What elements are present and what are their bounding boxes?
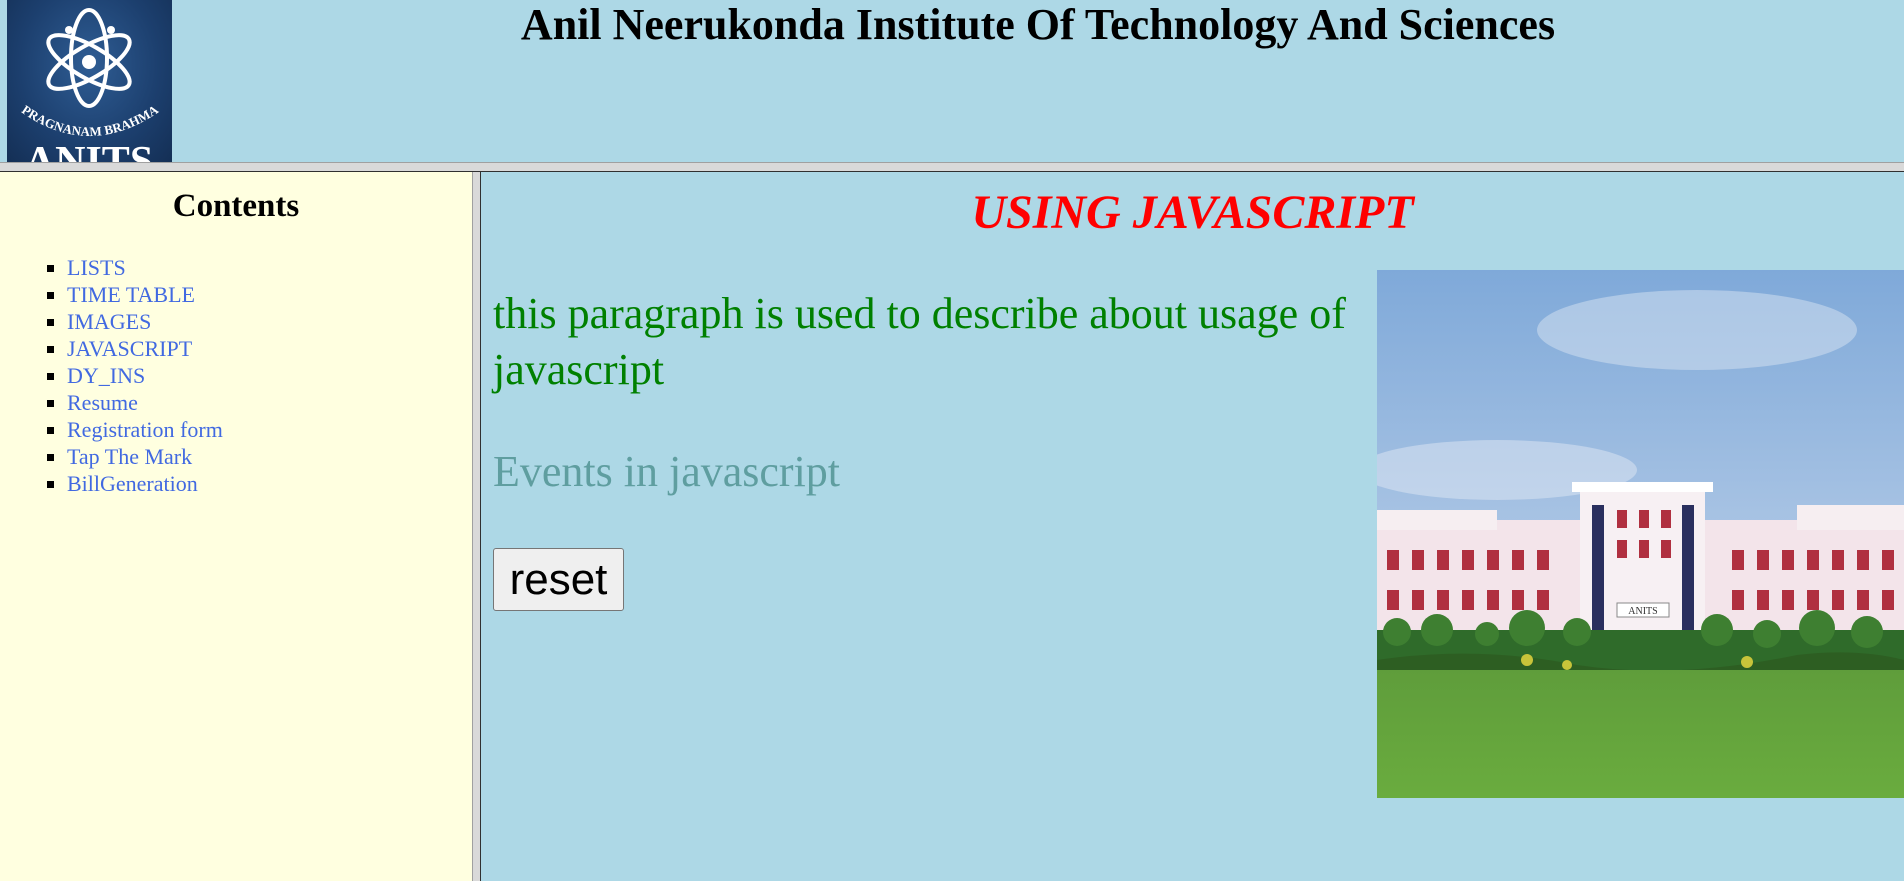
sidebar-item-dy-ins: DY_INS [67,362,472,389]
sidebar-link-tap-the-mark[interactable]: Tap The Mark [67,444,192,469]
anits-logo: PRAGNANAM BRAHMA ANITS [7,0,172,162]
campus-sign-text: ANITS [1628,606,1657,617]
main-content: USING JAVASCRIPT ANITS this paragraph is… [481,172,1904,881]
sidebar-link-javascript[interactable]: JAVASCRIPT [67,336,192,361]
page-heading: USING JAVASCRIPT [971,186,1414,239]
sidebar-title: Contents [172,188,300,224]
sidebar-link-bill-generation[interactable]: BillGeneration [67,471,198,496]
sidebar-link-dy-ins[interactable]: DY_INS [67,363,145,388]
sidebar-item-resume: Resume [67,389,472,416]
sidebar-link-registration-form[interactable]: Registration form [67,417,223,442]
sidebar-link-time-table[interactable]: TIME TABLE [67,282,195,307]
sidebar-link-resume[interactable]: Resume [67,390,138,415]
campus-building-image: ANITS [1377,270,1904,798]
site-title: Anil Neerukonda Institute Of Technology … [520,0,1556,49]
sidebar-nav: LISTS TIME TABLE IMAGES JAVASCRIPT DY_IN… [0,254,472,497]
sidebar: Contents LISTS TIME TABLE IMAGES JAVASCR… [0,172,472,881]
sidebar-item-registration-form: Registration form [67,416,472,443]
campus-photo: ANITS [1377,270,1904,798]
sidebar-item-time-table: TIME TABLE [67,281,472,308]
anits-logo-emblem: PRAGNANAM BRAHMA ANITS [19,8,161,162]
sidebar-link-lists[interactable]: LISTS [67,255,126,280]
events-text: Events in javascript [493,447,841,496]
logo-abbreviation: ANITS [25,139,153,162]
sidebar-item-tap-the-mark: Tap The Mark [67,443,472,470]
sidebar-item-lists: LISTS [67,254,472,281]
frame-divider-horizontal[interactable] [0,162,1904,172]
frame-divider-vertical[interactable] [472,172,481,881]
sidebar-link-images[interactable]: IMAGES [67,309,151,334]
header-frame: PRAGNANAM BRAHMA ANITS Anil Neerukonda I… [0,0,1904,162]
sidebar-item-javascript: JAVASCRIPT [67,335,472,362]
sidebar-item-images: IMAGES [67,308,472,335]
sidebar-item-bill-generation: BillGeneration [67,470,472,497]
description-paragraph: this paragraph is used to describe about… [493,289,1346,394]
reset-button[interactable]: reset [493,548,624,611]
